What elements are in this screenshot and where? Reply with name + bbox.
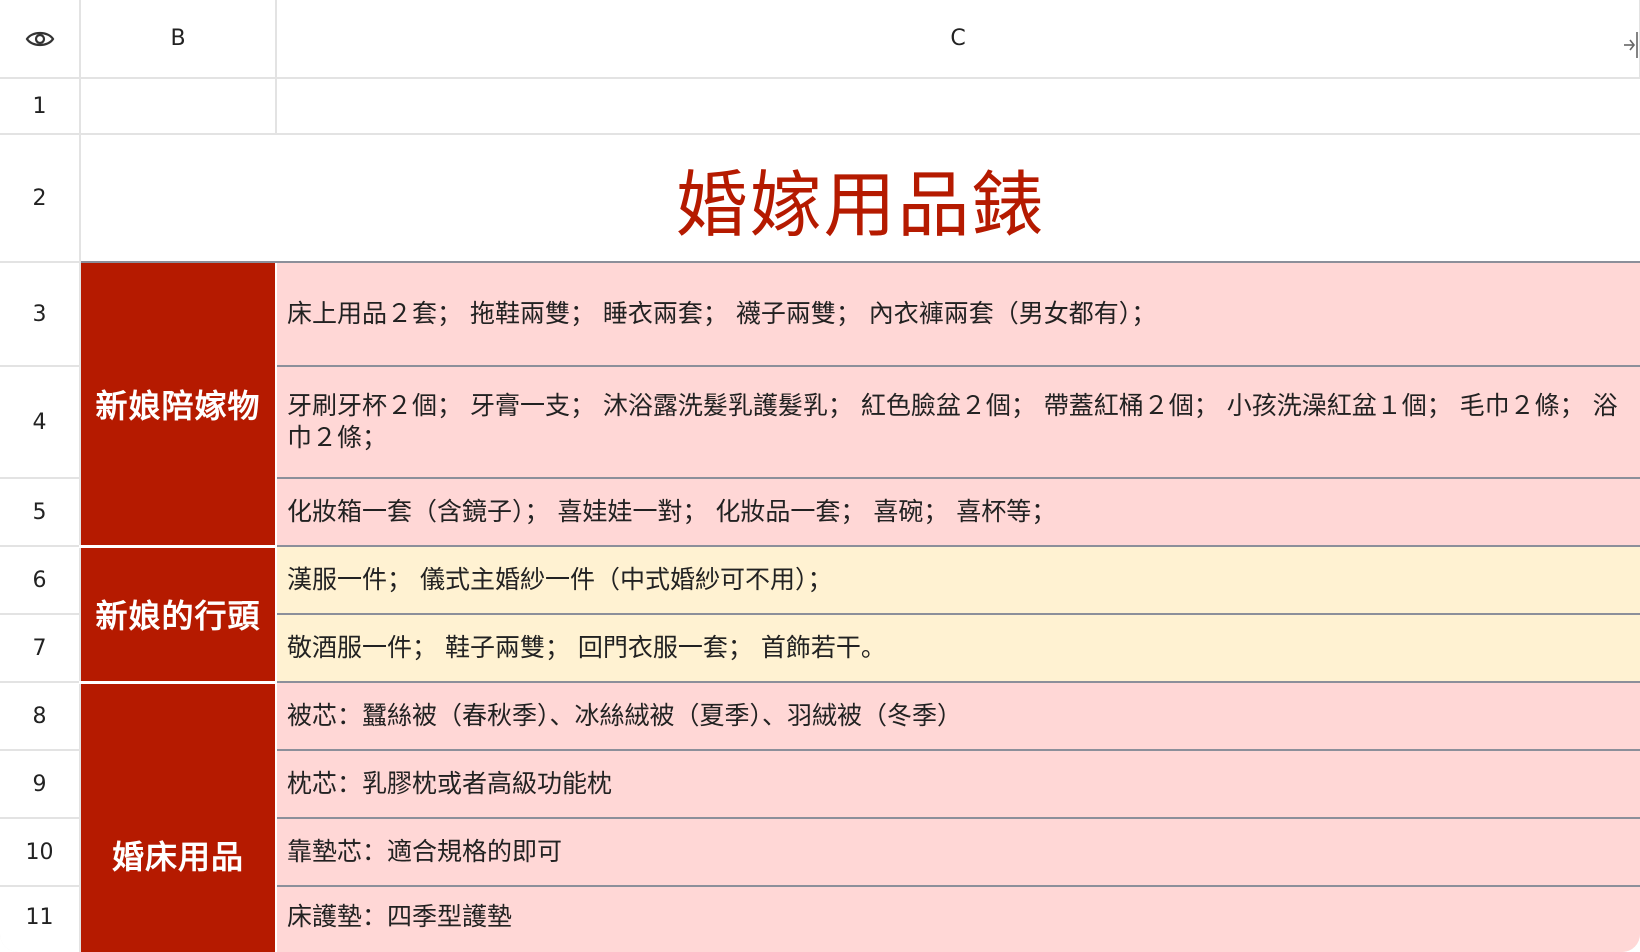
row-header-9[interactable]: 9	[0, 750, 81, 819]
row-header-2[interactable]: 2	[0, 134, 81, 263]
cell-c1[interactable]	[276, 78, 1640, 135]
column-header-b[interactable]: B	[80, 0, 277, 79]
item-cell-c11[interactable]: 床護墊：四季型護墊	[276, 886, 1640, 952]
row-header-7[interactable]: 7	[0, 614, 81, 683]
category-wedding-bed[interactable]: 婚床用品	[80, 682, 277, 952]
row-header-5[interactable]: 5	[0, 478, 81, 547]
row-header-4[interactable]: 4	[0, 366, 81, 479]
corner-cell[interactable]	[0, 0, 81, 79]
item-cell-c6[interactable]: 漢服一件； 儀式主婚紗一件（中式婚紗可不用）；	[276, 546, 1640, 615]
category-bride-outfits[interactable]: 新娘的行頭	[80, 546, 277, 684]
row-header-1[interactable]: 1	[0, 78, 81, 135]
row-header-3[interactable]: 3	[0, 262, 81, 367]
row-1: 1	[0, 78, 1640, 135]
category-bride-dowry[interactable]: 新娘陪嫁物	[80, 262, 277, 548]
row-8: 8 婚床用品 被芯：蠶絲被（春秋季）、冰絲絨被（夏季）、羽絨被（冬季）	[0, 682, 1640, 952]
column-header-c[interactable]: C	[276, 0, 1640, 79]
item-cell-c9[interactable]: 枕芯：乳膠枕或者高級功能枕	[276, 750, 1640, 819]
column-header-row: B C	[0, 0, 1640, 79]
item-cell-c4[interactable]: 牙刷牙杯２個； 牙膏一支； 沐浴露洗髮乳護髮乳； 紅色臉盆２個； 帶蓋紅桶２個；…	[276, 366, 1640, 479]
row-6: 6 新娘的行頭 漢服一件； 儀式主婚紗一件（中式婚紗可不用）；	[0, 546, 1640, 684]
row-header-6[interactable]: 6	[0, 546, 81, 615]
item-cell-c5[interactable]: 化妝箱一套（含鏡子）； 喜娃娃一對； 化妝品一套； 喜碗； 喜杯等；	[276, 478, 1640, 547]
spreadsheet-frame: B C 1 2 婚嫁用品錶 3 新娘陪嫁物 床上用品２套； 拖鞋兩雙； 睡衣兩套…	[0, 0, 1640, 952]
item-cell-c7[interactable]: 敬酒服一件； 鞋子兩雙； 回門衣服一套； 首飾若干。	[276, 614, 1640, 683]
row-header-8[interactable]: 8	[0, 682, 81, 751]
item-cell-c3[interactable]: 床上用品２套； 拖鞋兩雙； 睡衣兩套； 襪子兩雙； 內衣褲兩套（男女都有）；	[276, 262, 1640, 367]
item-cell-c8[interactable]: 被芯：蠶絲被（春秋季）、冰絲絨被（夏季）、羽絨被（冬季）	[276, 682, 1640, 751]
row-2: 2 婚嫁用品錶	[0, 134, 1640, 263]
spreadsheet: B C 1 2 婚嫁用品錶 3 新娘陪嫁物 床上用品２套； 拖鞋兩雙； 睡衣兩套…	[0, 0, 1640, 952]
grid: B C 1 2 婚嫁用品錶 3 新娘陪嫁物 床上用品２套； 拖鞋兩雙； 睡衣兩套…	[0, 0, 1640, 952]
row-3: 3 新娘陪嫁物 床上用品２套； 拖鞋兩雙； 睡衣兩套； 襪子兩雙； 內衣褲兩套（…	[0, 262, 1640, 548]
row-header-10[interactable]: 10	[0, 818, 81, 887]
item-cell-c10[interactable]: 靠墊芯：適合規格的即可	[276, 818, 1640, 887]
row-header-11[interactable]: 11	[0, 886, 81, 952]
eye-icon[interactable]	[25, 29, 55, 49]
sheet-title[interactable]: 婚嫁用品錶	[80, 134, 1640, 263]
column-header-c-label: C	[950, 26, 966, 51]
cell-b1[interactable]	[80, 78, 277, 135]
panel-collapse-icon[interactable]	[1623, 30, 1638, 60]
